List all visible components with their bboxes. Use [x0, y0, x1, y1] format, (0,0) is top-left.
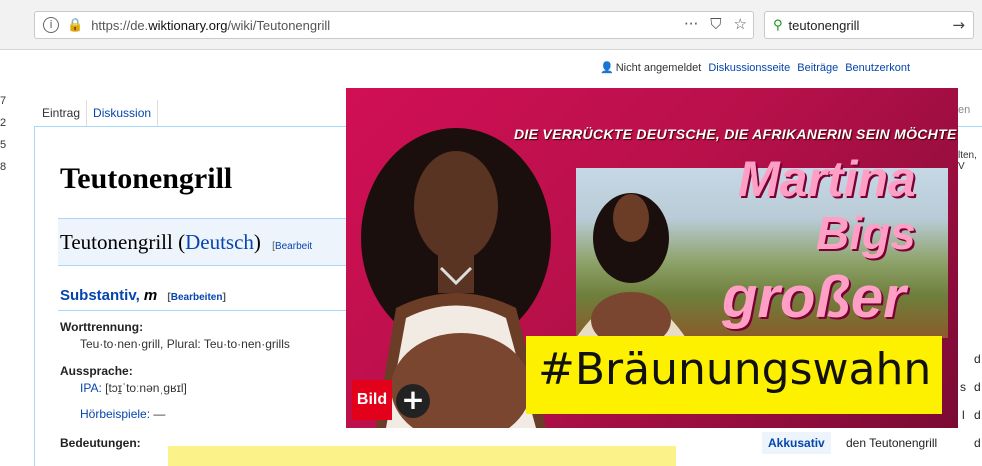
- gender: m: [143, 287, 158, 304]
- url-text[interactable]: https://de.wiktionary.org/wiki/Teutoneng…: [91, 18, 330, 33]
- sidebar-search-fragment[interactable]: en: [958, 104, 970, 116]
- user-icon: 👤: [600, 61, 614, 74]
- table-header-akkusativ[interactable]: Akkusativ: [762, 432, 831, 454]
- personal-tools: 👤 Nicht angemeldet Diskussionsseite Beiträg…: [600, 61, 982, 74]
- table-cell: d: [974, 436, 981, 450]
- left-fragment: 8: [0, 161, 7, 173]
- page-tabs: Eintrag Diskussion: [36, 100, 159, 126]
- ipa-value: [tɔɪ̯ˈtoːnənˌɡʁɪl]: [105, 381, 187, 395]
- search-input[interactable]: teutonengrill: [789, 18, 860, 33]
- advertisement-overlay[interactable]: DIE VERRÜCKTE DEUTSCHE, DIE AFRIKANERIN …: [346, 88, 958, 428]
- table-cell: s: [960, 380, 966, 394]
- table-cell: l: [962, 408, 965, 422]
- edit-pos-link[interactable]: [Bearbeiten]: [167, 292, 225, 303]
- ad-hashtag: #Bräunungswahn: [538, 344, 932, 395]
- ad-name-line2: Bigs: [816, 207, 916, 259]
- sidebar-snippet: lten, V: [958, 150, 977, 172]
- bild-plus-icon: +: [396, 384, 430, 418]
- edit-section-link[interactable]: [Bearbeit: [272, 241, 312, 252]
- star-icon[interactable]: ☆: [734, 15, 747, 33]
- not-logged-in-text: Nicht angemeldet: [615, 62, 702, 74]
- ipa-line: IPA: [tɔɪ̯ˈtoːnənˌɡʁɪl]: [80, 381, 187, 395]
- hyphenation-label: Worttrennung:: [60, 320, 144, 334]
- talk-link[interactable]: Diskussionsseite: [708, 62, 790, 74]
- divider: [58, 310, 358, 311]
- ad-name-line1: Martina: [738, 151, 916, 207]
- pos-heading: Substantiv, m [Bearbeiten]: [60, 287, 226, 304]
- page-title: Teutonengrill: [60, 162, 233, 195]
- info-icon[interactable]: i: [43, 17, 59, 33]
- contributions-link[interactable]: Beiträge: [797, 62, 838, 74]
- left-fragment: 5: [0, 139, 7, 151]
- hyphenation-value: Teu·to·nen·grill, Plural: Teu·to·nen·gri…: [80, 337, 290, 351]
- table-cell: den Teutonengrill: [846, 436, 938, 450]
- search-icon: ⚲: [773, 17, 783, 33]
- go-arrow-icon[interactable]: →: [952, 16, 965, 34]
- left-fragment: 7: [0, 95, 7, 107]
- account-link[interactable]: Benutzerkont: [845, 62, 910, 74]
- ad-headline: DIE VERRÜCKTE DEUTSCHE, DIE AFRIKANERIN …: [514, 126, 957, 142]
- table-cell: d: [974, 408, 981, 422]
- bild-logo: Bild: [352, 380, 392, 420]
- audio-value: —: [153, 407, 166, 421]
- audio-link[interactable]: Hörbeispiele:: [80, 407, 150, 421]
- left-fragment: 2: [0, 117, 7, 129]
- ipa-link[interactable]: IPA:: [80, 381, 102, 395]
- more-icon[interactable]: ···: [684, 15, 698, 33]
- pocket-icon[interactable]: ⛉: [710, 15, 721, 33]
- language-heading: Teutonengrill (Deutsch) [Bearbeit: [60, 230, 313, 254]
- url-bar[interactable]: i 🔒 https://de.wiktionary.org/wiki/Teuto…: [34, 11, 754, 39]
- ad-strip[interactable]: [168, 446, 676, 466]
- browser-search-bar[interactable]: ⚲ teutonengrill →: [764, 11, 974, 39]
- ad-name-line3: großer: [722, 265, 906, 330]
- table-cell: d: [974, 352, 981, 366]
- table-cell: d: [974, 380, 981, 394]
- language-link[interactable]: Deutsch: [185, 230, 254, 254]
- tab-discussion[interactable]: Diskussion: [87, 100, 159, 126]
- audio-line: Hörbeispiele: —: [80, 407, 165, 421]
- url-actions: ··· ⛉ ☆: [684, 15, 747, 33]
- browser-toolbar: i 🔒 https://de.wiktionary.org/wiki/Teuto…: [0, 0, 982, 50]
- pos-link[interactable]: Substantiv,: [60, 287, 140, 304]
- tab-entry[interactable]: Eintrag: [36, 100, 88, 126]
- lock-icon[interactable]: 🔒: [67, 17, 83, 33]
- pronunciation-label: Aussprache:: [60, 364, 133, 378]
- meanings-label: Bedeutungen:: [60, 436, 141, 450]
- left-edge-fragments: 7 2 5 8: [0, 90, 12, 178]
